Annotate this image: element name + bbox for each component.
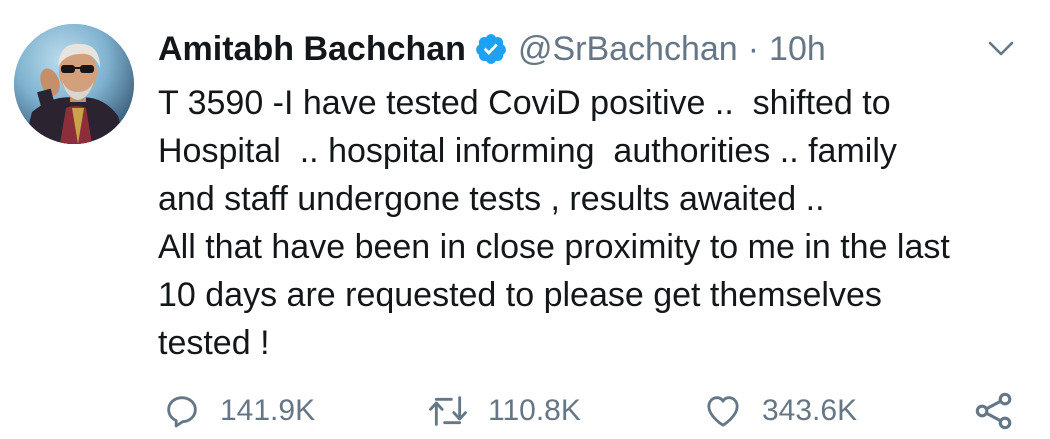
tweet-text-line: tested ! bbox=[158, 324, 270, 362]
tweet-text-line: and staff undergone tests , results awai… bbox=[158, 180, 825, 218]
author-name[interactable]: Amitabh Bachchan bbox=[158, 30, 466, 69]
like-count: 343.6K bbox=[762, 394, 858, 427]
verified-badge-icon bbox=[474, 32, 508, 66]
reply-count: 141.9K bbox=[220, 394, 316, 427]
tweet-text-line: T 3590 -I have tested CoviD positive .. … bbox=[158, 84, 891, 122]
share-icon bbox=[972, 389, 1016, 433]
tweet-header: Amitabh Bachchan @SrBachchan · 10h bbox=[158, 26, 826, 72]
avatar[interactable] bbox=[14, 24, 134, 144]
like-button[interactable]: 343.6K bbox=[702, 388, 857, 434]
tweet-text: T 3590 -I have tested CoviD positive .. … bbox=[158, 79, 1038, 367]
tweet-text-line: Hospital .. hospital informing authoriti… bbox=[158, 132, 897, 170]
tweet-card[interactable]: Amitabh Bachchan @SrBachchan · 10h T 359… bbox=[0, 0, 1050, 439]
tweet-text-line: 10 days are requested to please get them… bbox=[158, 276, 882, 314]
tweet-text-line: All that have been in close proximity to… bbox=[158, 228, 950, 266]
retweet-count: 110.8K bbox=[488, 394, 581, 427]
reply-icon bbox=[162, 391, 202, 431]
chevron-down-icon[interactable] bbox=[986, 36, 1016, 60]
author-handle[interactable]: @SrBachchan bbox=[518, 30, 738, 69]
share-button[interactable] bbox=[972, 388, 1016, 434]
heart-icon bbox=[702, 391, 744, 431]
separator-dot: · bbox=[747, 29, 760, 68]
tweet-timestamp[interactable]: 10h bbox=[769, 30, 826, 69]
reply-button[interactable]: 141.9K bbox=[162, 388, 315, 434]
avatar-image bbox=[14, 24, 134, 144]
retweet-button[interactable]: 110.8K bbox=[426, 388, 581, 434]
tweet-actions: 141.9K 110.8K 343.6K bbox=[158, 388, 1030, 434]
retweet-icon bbox=[426, 391, 470, 431]
